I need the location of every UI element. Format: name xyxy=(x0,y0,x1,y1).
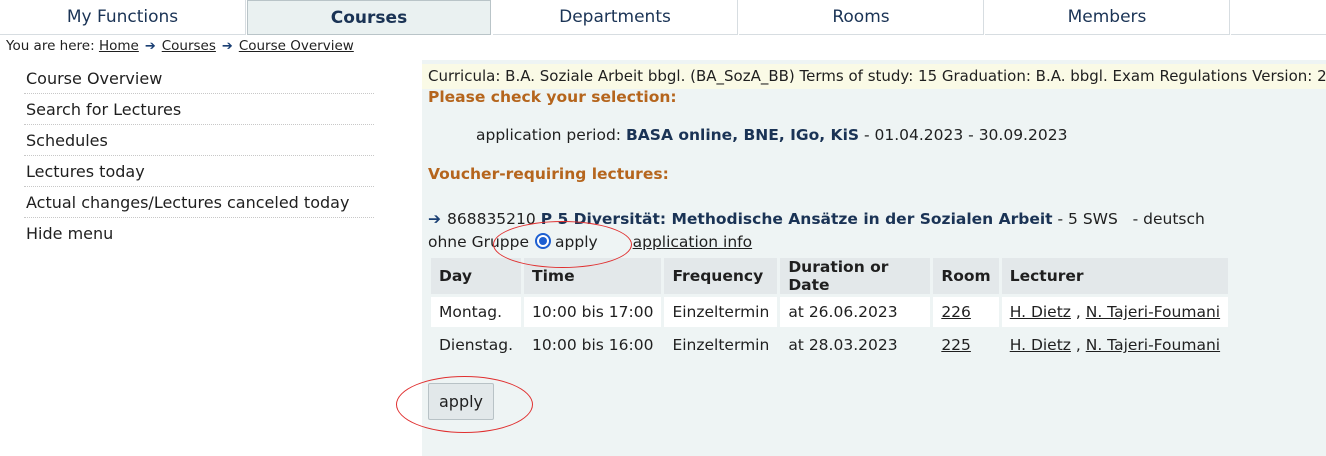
cell-lecturer: H. Dietz , N. Tajeri-Foumani xyxy=(1001,330,1229,360)
lecturer-link[interactable]: N. Tajeri-Foumani xyxy=(1086,303,1220,321)
cell-frequency: Einzeltermin xyxy=(664,297,778,327)
lecturer-link[interactable]: N. Tajeri-Foumani xyxy=(1086,336,1220,354)
table-header-row: Day Time Frequency Duration or Date Room… xyxy=(431,258,1229,294)
lecturer-link[interactable]: H. Dietz xyxy=(1010,336,1071,354)
breadcrumb: You are here: Home ➔ Courses ➔ Course Overvi… xyxy=(6,38,354,54)
column-header-time: Time xyxy=(524,258,662,294)
application-info-link[interactable]: application info xyxy=(633,233,753,251)
sidebar-item-search-lectures[interactable]: Search for Lectures xyxy=(24,95,374,125)
sidebar-item-hide-menu[interactable]: Hide menu xyxy=(24,219,374,248)
tab-courses[interactable]: Courses xyxy=(247,0,491,35)
tab-my-functions[interactable]: My Functions xyxy=(0,0,246,35)
period-label: application period: xyxy=(476,126,622,144)
main-navigation: My Functions Courses Departments Rooms M… xyxy=(0,0,1326,36)
sidebar-menu: Course Overview Search for Lectures Sche… xyxy=(24,64,374,249)
period-dates: - 01.04.2023 - 30.09.2023 xyxy=(859,126,1068,144)
sidebar-item-actual-changes[interactable]: Actual changes/Lectures canceled today xyxy=(24,188,374,218)
lecture-title: P 5 Diversität: Methodische Ansätze in d… xyxy=(540,210,1053,228)
breadcrumb-prefix: You are here: xyxy=(6,38,95,54)
arrow-right-icon: ➔ xyxy=(428,210,441,228)
cell-room: 225 xyxy=(933,330,999,360)
apply-radio-label[interactable]: apply xyxy=(555,233,598,251)
cell-time: 10:00 bis 16:00 xyxy=(524,330,662,360)
breadcrumb-courses-link[interactable]: Courses xyxy=(162,38,216,54)
cell-lecturer: H. Dietz , N. Tajeri-Foumani xyxy=(1001,297,1229,327)
lecture-number: 868835210 xyxy=(447,210,536,228)
cell-date: at 26.06.2023 xyxy=(780,297,931,327)
breadcrumb-course-overview-link[interactable]: Course Overview xyxy=(239,38,354,54)
table-row: Montag. 10:00 bis 17:00 Einzeltermin at … xyxy=(431,297,1229,327)
cell-room: 226 xyxy=(933,297,999,327)
column-header-day: Day xyxy=(431,258,522,294)
voucher-heading: Voucher-requiring lectures: xyxy=(428,165,669,183)
breadcrumb-home-link[interactable]: Home xyxy=(99,38,139,54)
room-link[interactable]: 225 xyxy=(941,336,971,354)
column-header-lecturer: Lecturer xyxy=(1001,258,1229,294)
column-header-duration: Duration or Date xyxy=(780,258,931,294)
schedule-table: Day Time Frequency Duration or Date Room… xyxy=(428,255,1231,363)
sidebar-item-lectures-today[interactable]: Lectures today xyxy=(24,157,374,187)
cell-time: 10:00 bis 17:00 xyxy=(524,297,662,327)
radio-selected-icon[interactable] xyxy=(535,233,552,249)
tab-r[interactable]: R xyxy=(1231,0,1326,35)
column-header-room: Room xyxy=(933,258,999,294)
group-selection: ohne Gruppe apply application info xyxy=(428,233,752,251)
sidebar-item-course-overview[interactable]: Course Overview xyxy=(24,64,374,94)
lecturer-link[interactable]: H. Dietz xyxy=(1010,303,1071,321)
group-label: ohne Gruppe xyxy=(428,233,530,251)
cell-day: Dienstag. xyxy=(431,330,522,360)
tab-members[interactable]: Members xyxy=(985,0,1230,35)
lecture-language: - deutsch xyxy=(1132,210,1205,228)
period-name: BASA online, BNE, IGo, KiS xyxy=(625,126,860,144)
apply-button[interactable]: apply xyxy=(428,383,494,420)
check-selection-heading: Please check your selection: xyxy=(428,88,677,106)
sidebar-item-schedules[interactable]: Schedules xyxy=(24,126,374,156)
cell-frequency: Einzeltermin xyxy=(664,330,778,360)
main-content: Curricula: B.A. Soziale Arbeit bbgl. (BA… xyxy=(422,60,1326,456)
arrow-right-icon: ➔ xyxy=(221,39,233,54)
application-period: application period: BASA online, BNE, IG… xyxy=(476,126,1067,144)
lecture-entry: ➔ 868835210 P 5 Diversität: Methodische A… xyxy=(428,210,1205,228)
cell-date: at 28.03.2023 xyxy=(780,330,931,360)
lecture-sws: - 5 SWS xyxy=(1052,210,1118,228)
curricula-info: Curricula: B.A. Soziale Arbeit bbgl. (BA… xyxy=(422,64,1326,89)
arrow-right-icon: ➔ xyxy=(144,39,156,54)
column-header-frequency: Frequency xyxy=(664,258,778,294)
cell-day: Montag. xyxy=(431,297,522,327)
tab-rooms[interactable]: Rooms xyxy=(739,0,984,35)
table-row: Dienstag. 10:00 bis 16:00 Einzeltermin a… xyxy=(431,330,1229,360)
room-link[interactable]: 226 xyxy=(941,303,971,321)
tab-departments[interactable]: Departments xyxy=(493,0,738,35)
